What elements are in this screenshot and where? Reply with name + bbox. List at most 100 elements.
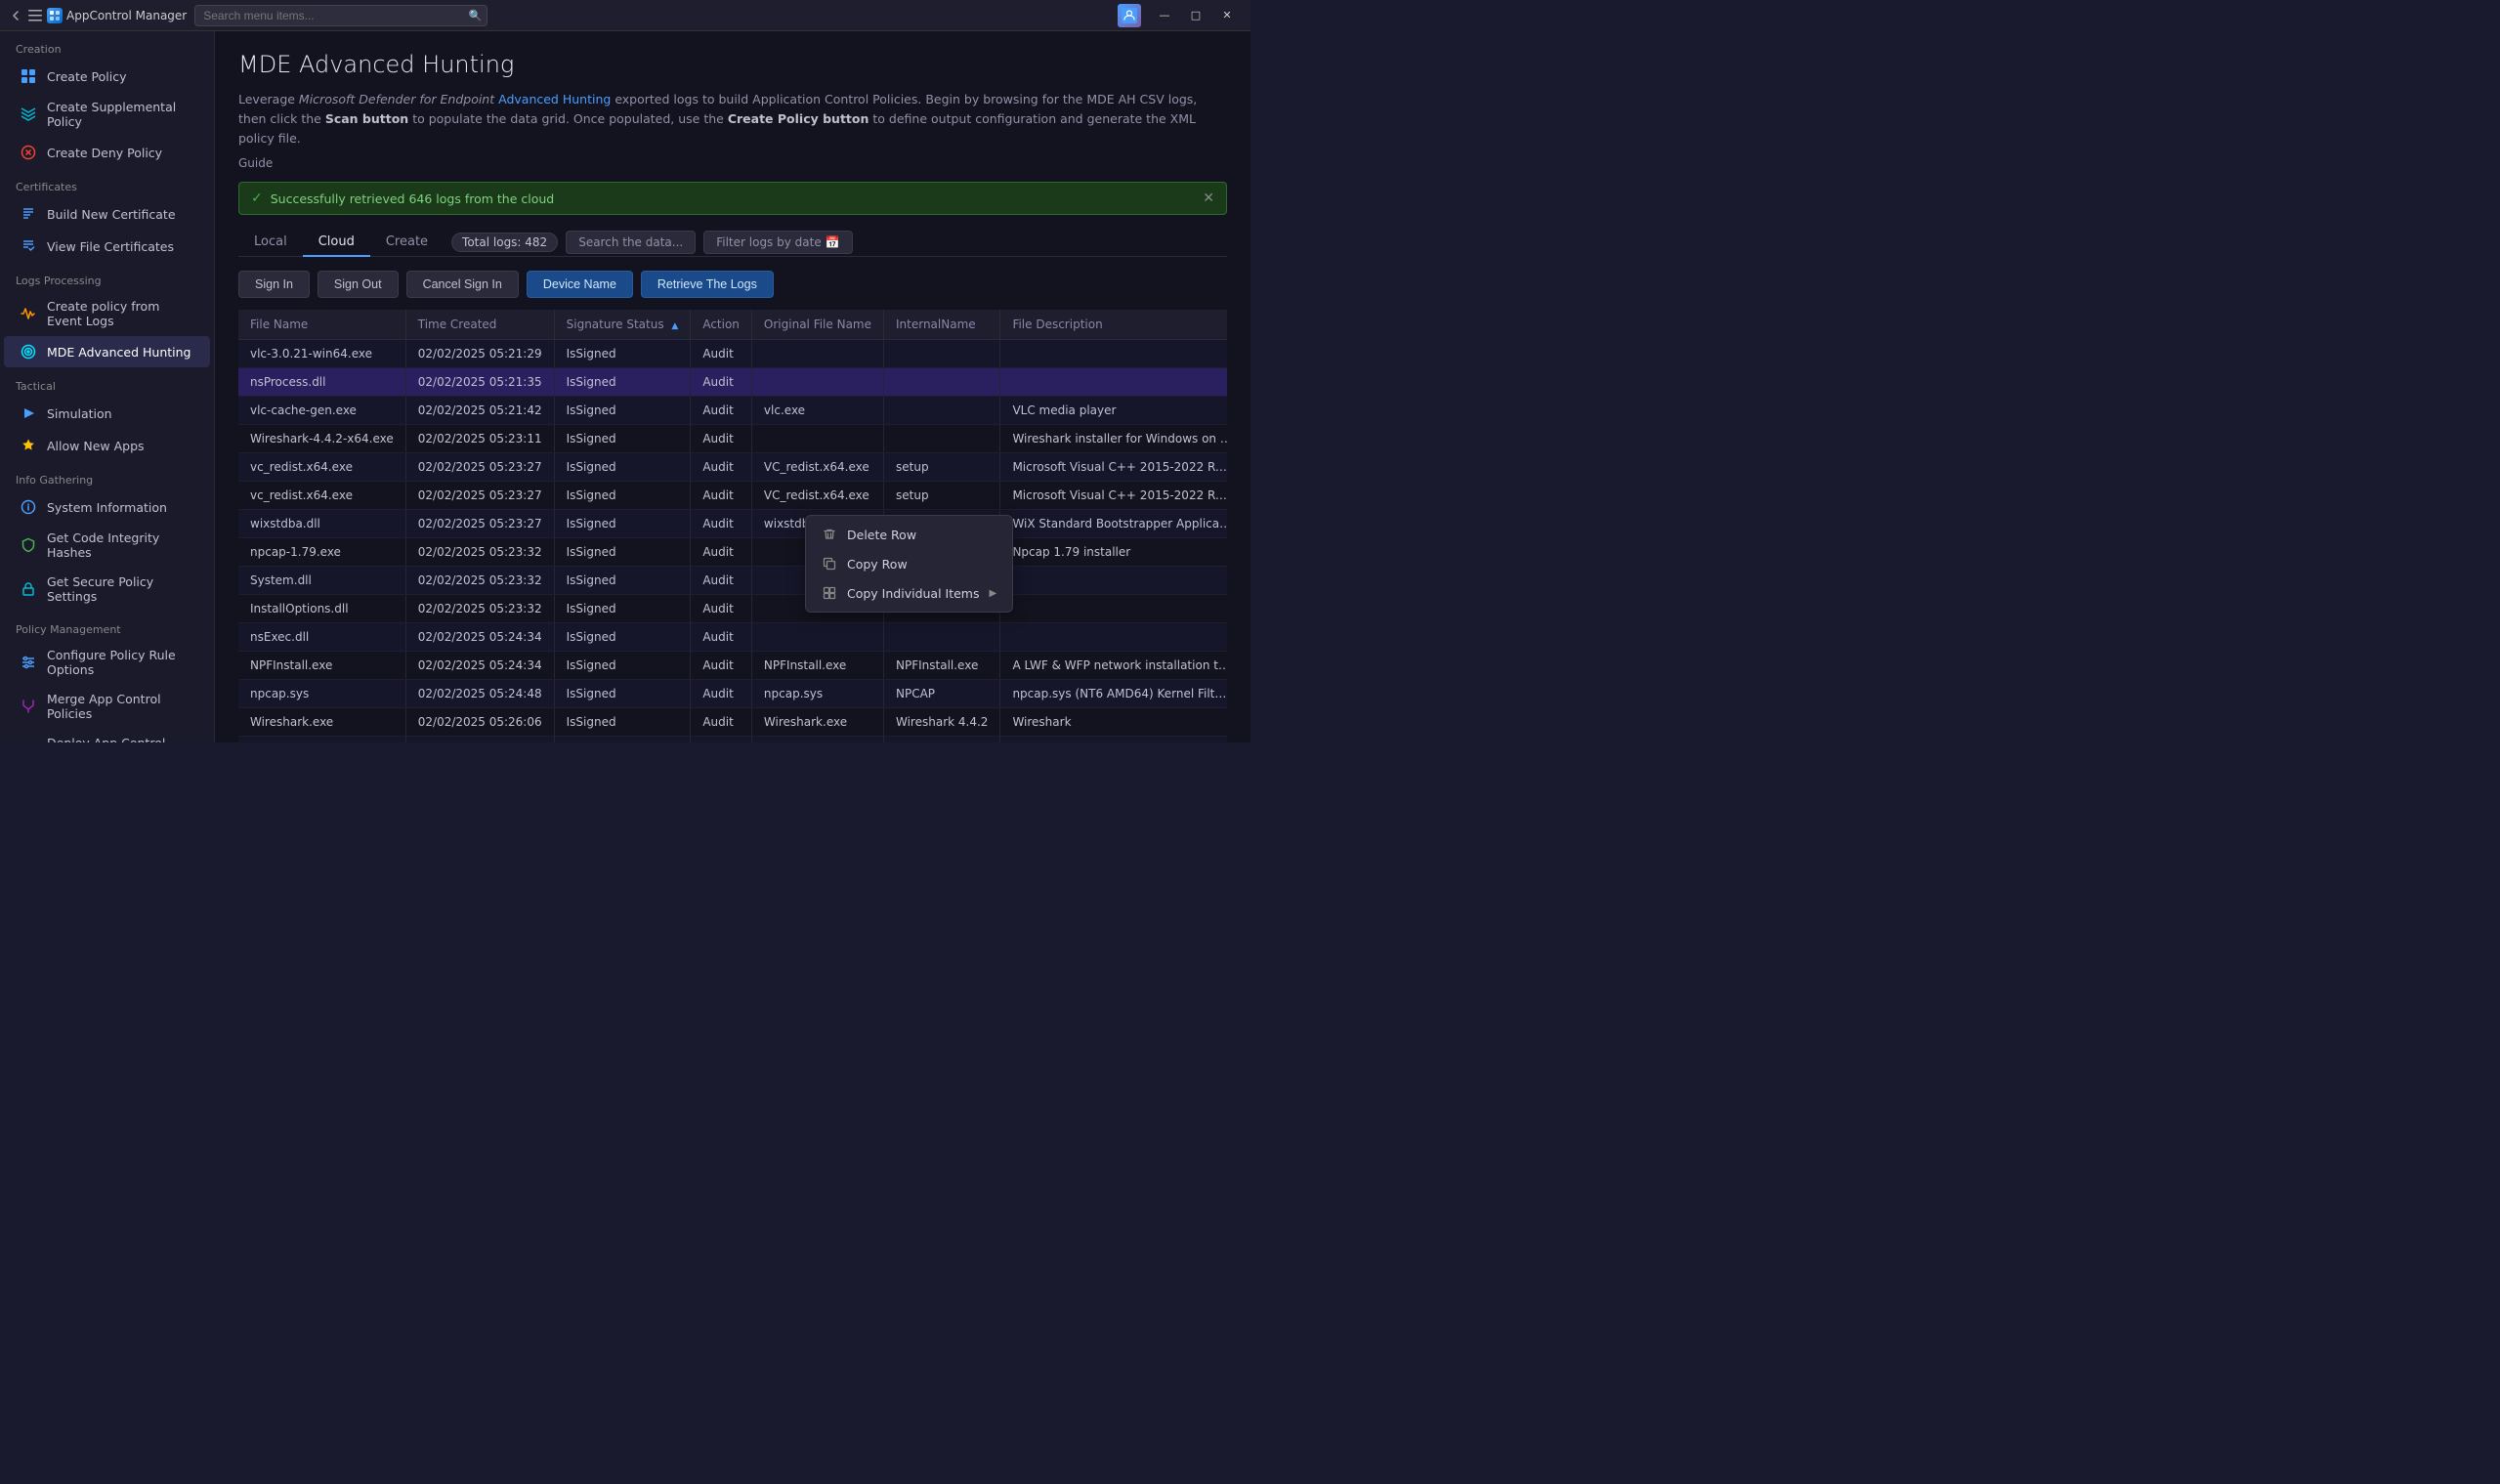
retrieve-logs-button[interactable]: Retrieve The Logs bbox=[641, 271, 774, 298]
cell-0: npcap.sys bbox=[238, 680, 405, 708]
search-input[interactable] bbox=[194, 5, 487, 26]
sidebar-item-sysinfo[interactable]: System Information bbox=[4, 491, 210, 523]
cell-6 bbox=[1000, 737, 1227, 743]
device-name-button[interactable]: Device Name bbox=[527, 271, 633, 298]
cell-4 bbox=[751, 368, 883, 397]
sidebar-item-label-create-policy: Create Policy bbox=[47, 69, 126, 84]
guide-link[interactable]: Guide bbox=[238, 156, 1227, 170]
sidebar-item-merge[interactable]: Merge App Control Policies bbox=[4, 685, 210, 728]
close-button[interactable]: ✕ bbox=[1211, 2, 1243, 29]
filter-date-button[interactable]: Filter logs by date 📅 bbox=[703, 231, 852, 254]
table-row[interactable]: vlc-3.0.21-win64.exe02/02/2025 05:21:29I… bbox=[238, 340, 1227, 368]
sidebar-item-deny[interactable]: Create Deny Policy bbox=[4, 137, 210, 168]
cell-4: Wireshark.exe bbox=[751, 708, 883, 737]
col-internal[interactable]: InternalName bbox=[884, 310, 1000, 340]
table-row[interactable]: npcap.sys02/02/2025 05:24:48IsSignedAudi… bbox=[238, 680, 1227, 708]
sidebar-item-deploy[interactable]: Deploy App Control Policy bbox=[4, 729, 210, 742]
shield-icon bbox=[20, 536, 37, 554]
sliders-icon bbox=[20, 654, 37, 671]
cell-1: 02/02/2025 05:26:06 bbox=[405, 708, 554, 737]
cell-1: 02/02/2025 05:24:48 bbox=[405, 680, 554, 708]
sidebar-item-mde-hunting[interactable]: MDE Advanced Hunting bbox=[4, 336, 210, 367]
cell-0: libspeexdsp.dll bbox=[238, 737, 405, 743]
table-row[interactable]: npcap-1.79.exe02/02/2025 05:23:32IsSigne… bbox=[238, 538, 1227, 567]
menu-button[interactable] bbox=[27, 8, 43, 23]
cell-4: VC_redist.x64.exe bbox=[751, 453, 883, 482]
banner-close-button[interactable]: ✕ bbox=[1203, 191, 1214, 206]
sidebar-item-simulation[interactable]: Simulation bbox=[4, 398, 210, 429]
cell-0: vlc-cache-gen.exe bbox=[238, 397, 405, 425]
back-button[interactable] bbox=[8, 8, 23, 23]
table-row[interactable]: libspeexdsp.dll02/02/2025 05:26:06IsSign… bbox=[238, 737, 1227, 743]
table-row[interactable]: nsProcess.dll02/02/2025 05:21:35IsSigned… bbox=[238, 368, 1227, 397]
cell-5: NPCAP bbox=[884, 680, 1000, 708]
sidebar-item-label-code-integrity: Get Code Integrity Hashes bbox=[47, 530, 194, 560]
minimize-button[interactable]: — bbox=[1149, 2, 1180, 29]
app-title: AppControl Manager bbox=[66, 9, 187, 22]
cell-4 bbox=[751, 340, 883, 368]
window-controls: — □ ✕ bbox=[1149, 2, 1243, 29]
cell-0: InstallOptions.dll bbox=[238, 595, 405, 623]
context-copy-individual[interactable]: Copy Individual Items ▶ bbox=[810, 578, 1008, 608]
sign-in-button[interactable]: Sign In bbox=[238, 271, 310, 298]
x-circle-icon bbox=[20, 144, 37, 161]
sidebar-item-label-secure-settings: Get Secure Policy Settings bbox=[47, 574, 194, 604]
tab-create[interactable]: Create bbox=[370, 229, 444, 257]
section-label-logs: Logs Processing bbox=[0, 263, 214, 291]
sign-out-button[interactable]: Sign Out bbox=[318, 271, 399, 298]
table-row[interactable]: vc_redist.x64.exe02/02/2025 05:23:27IsSi… bbox=[238, 453, 1227, 482]
col-orig-name[interactable]: Original File Name bbox=[751, 310, 883, 340]
tab-cloud[interactable]: Cloud bbox=[303, 229, 370, 257]
sidebar-item-code-integrity[interactable]: Get Code Integrity Hashes bbox=[4, 524, 210, 567]
table-row[interactable]: Wireshark.exe 02/02/2025 05:26:06IsSigned… bbox=[238, 708, 1227, 737]
sidebar-item-event-logs[interactable]: Create policy from Event Logs bbox=[4, 292, 210, 335]
cell-3: Audit bbox=[691, 397, 752, 425]
sidebar-item-view-certs[interactable]: View File Certificates bbox=[4, 231, 210, 262]
cell-2: IsSigned bbox=[554, 425, 691, 453]
table-row[interactable]: nsExec.dll02/02/2025 05:24:34IsSignedAud… bbox=[238, 623, 1227, 652]
table-row[interactable]: wixstdba.dll02/02/2025 05:23:27IsSignedA… bbox=[238, 510, 1227, 538]
scan-button-ref: Scan button bbox=[325, 111, 408, 126]
table-row[interactable]: Wireshark-4.4.2-x64.exe02/02/2025 05:23:… bbox=[238, 425, 1227, 453]
table-row[interactable]: vlc-cache-gen.exe02/02/2025 05:21:42IsSi… bbox=[238, 397, 1227, 425]
col-sig-status[interactable]: Signature Status ▲ bbox=[554, 310, 691, 340]
cell-5: setup bbox=[884, 453, 1000, 482]
cell-2: IsSigned bbox=[554, 538, 691, 567]
cell-3: Audit bbox=[691, 538, 752, 567]
sidebar-item-secure-settings[interactable]: Get Secure Policy Settings bbox=[4, 568, 210, 611]
table-row[interactable]: NPFInstall.exe02/02/2025 05:24:34IsSigne… bbox=[238, 652, 1227, 680]
cell-0: vlc-3.0.21-win64.exe bbox=[238, 340, 405, 368]
sidebar-item-label-mde: MDE Advanced Hunting bbox=[47, 345, 191, 360]
success-banner: ✓ Successfully retrieved 646 logs from t… bbox=[238, 182, 1227, 215]
cell-2: IsSigned bbox=[554, 708, 691, 737]
avatar[interactable] bbox=[1118, 4, 1141, 27]
sidebar-item-create-policy[interactable]: Create Policy bbox=[4, 61, 210, 92]
table-row[interactable]: vc_redist.x64.exe02/02/2025 05:23:27IsSi… bbox=[238, 482, 1227, 510]
cell-1: 02/02/2025 05:26:06 bbox=[405, 737, 554, 743]
sidebar-item-configure-rules[interactable]: Configure Policy Rule Options bbox=[4, 641, 210, 684]
col-filename[interactable]: File Name bbox=[238, 310, 405, 340]
cancel-sign-in-button[interactable]: Cancel Sign In bbox=[406, 271, 519, 298]
maximize-button[interactable]: □ bbox=[1180, 2, 1211, 29]
col-description[interactable]: File Description bbox=[1000, 310, 1227, 340]
list-icon bbox=[20, 205, 37, 223]
sidebar-item-allow-apps[interactable]: Allow New Apps bbox=[4, 430, 210, 461]
col-time[interactable]: Time Created bbox=[405, 310, 554, 340]
cell-3: Audit bbox=[691, 453, 752, 482]
sidebar-item-build-cert[interactable]: Build New Certificate bbox=[4, 198, 210, 230]
sidebar-item-supplemental[interactable]: Create Supplemental Policy bbox=[4, 93, 210, 136]
cell-2: IsSigned bbox=[554, 652, 691, 680]
context-delete-row[interactable]: Delete Row bbox=[810, 520, 1008, 549]
advanced-hunting-link[interactable]: Advanced Hunting bbox=[498, 92, 611, 106]
cell-0: Wireshark-4.4.2-x64.exe bbox=[238, 425, 405, 453]
search-data-button[interactable]: Search the data... bbox=[566, 231, 696, 254]
table-row[interactable]: InstallOptions.dll02/02/2025 05:23:32IsS… bbox=[238, 595, 1227, 623]
col-action[interactable]: Action bbox=[691, 310, 752, 340]
tab-local[interactable]: Local bbox=[238, 229, 303, 257]
cell-5 bbox=[884, 368, 1000, 397]
success-icon: ✓ bbox=[251, 191, 263, 206]
cell-5 bbox=[884, 425, 1000, 453]
table-row[interactable]: System.dll02/02/2025 05:23:32IsSignedAud… bbox=[238, 567, 1227, 595]
cell-6 bbox=[1000, 595, 1227, 623]
context-copy-row[interactable]: Copy Row bbox=[810, 549, 1008, 578]
